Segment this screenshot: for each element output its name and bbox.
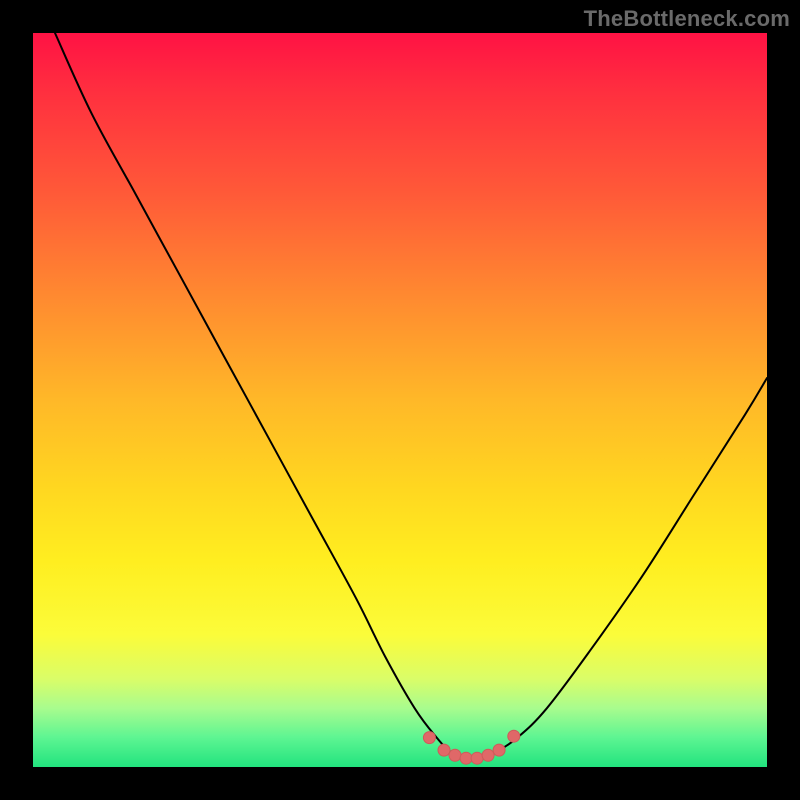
trough-marker [423, 732, 435, 744]
trough-marker [508, 730, 520, 742]
trough-marker [493, 744, 505, 756]
trough-marker [460, 752, 472, 764]
trough-marker [471, 752, 483, 764]
trough-marker [449, 749, 461, 761]
chart-frame: TheBottleneck.com [0, 0, 800, 800]
watermark-label: TheBottleneck.com [584, 6, 790, 32]
chart-svg [33, 33, 767, 767]
trough-marker [438, 744, 450, 756]
trough-marker [482, 749, 494, 761]
bottleneck-curve [55, 33, 767, 759]
plot-area [33, 33, 767, 767]
